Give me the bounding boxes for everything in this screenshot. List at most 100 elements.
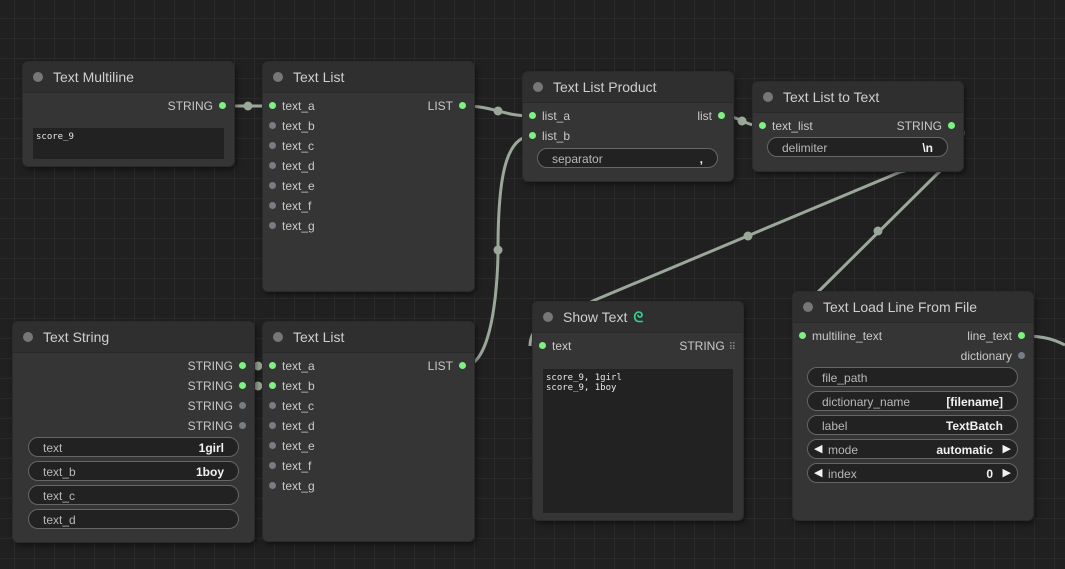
arrow-left-icon[interactable]: ◀ <box>814 466 822 479</box>
slot-connected-icon[interactable] <box>1018 332 1025 340</box>
input-slot-text-b[interactable]: text_b <box>269 379 315 393</box>
node-text-list-to-text[interactable]: Text List to Text text_list STRING delim… <box>753 82 963 171</box>
node-text-list-2[interactable]: Text List text_a text_b text_c text_d te… <box>263 322 474 541</box>
text-b-field[interactable]: text_b 1boy <box>28 461 239 481</box>
arrow-left-icon[interactable]: ◀ <box>814 442 822 455</box>
slot-empty-icon[interactable] <box>239 422 246 430</box>
slot-empty-icon[interactable] <box>239 402 246 410</box>
slot-connected-icon[interactable] <box>799 332 806 340</box>
input-slot-multiline-text[interactable]: multiline_text <box>799 329 882 343</box>
input-slot-text-a[interactable]: text_a <box>269 359 315 373</box>
input-slot-text-e[interactable]: text_e <box>269 439 315 453</box>
separator-field[interactable]: separator , <box>537 148 718 168</box>
slot-connected-icon[interactable] <box>239 382 246 390</box>
slot-empty-icon[interactable] <box>269 142 276 150</box>
text-c-field[interactable]: text_c <box>28 485 239 505</box>
input-slot-text-c[interactable]: text_c <box>269 399 314 413</box>
output-slot-string-3[interactable]: STRING <box>188 399 246 413</box>
slot-connected-icon[interactable] <box>269 362 276 370</box>
slot-connected-icon[interactable] <box>529 112 536 120</box>
input-slot-text-g[interactable]: text_g <box>269 219 315 233</box>
node-title-bar[interactable]: Text List to Text <box>753 82 963 113</box>
slot-empty-icon[interactable] <box>269 182 276 190</box>
collapse-dot-icon[interactable] <box>803 302 813 312</box>
input-slot-list-b[interactable]: list_b <box>529 129 570 143</box>
input-slot-text-d[interactable]: text_d <box>269 159 315 173</box>
slot-connected-icon[interactable] <box>459 102 466 110</box>
output-slot-string-2[interactable]: STRING <box>188 379 246 393</box>
input-slot-text-f[interactable]: text_f <box>269 199 311 213</box>
output-slot-string[interactable]: STRING <box>168 99 226 113</box>
node-text-list-product[interactable]: Text List Product list_a list_b list sep… <box>523 72 733 181</box>
node-text-multiline[interactable]: Text Multiline STRING score_9 <box>23 62 234 166</box>
input-slot-text-c[interactable]: text_c <box>269 139 314 153</box>
slot-connected-icon[interactable] <box>269 382 276 390</box>
slot-connected-icon[interactable] <box>948 122 955 130</box>
output-slot-dictionary[interactable]: dictionary <box>961 349 1025 363</box>
node-title-bar[interactable]: Text String <box>13 322 254 353</box>
output-slot-string[interactable]: STRING ⠿ <box>679 339 736 353</box>
delimiter-field[interactable]: delimiter \n <box>767 137 948 157</box>
slot-connected-icon[interactable] <box>529 132 536 140</box>
node-title-bar[interactable]: Text List Product <box>523 72 733 103</box>
collapse-dot-icon[interactable] <box>23 332 33 342</box>
slot-connected-icon[interactable] <box>219 102 226 110</box>
output-slot-string-1[interactable]: STRING <box>188 359 246 373</box>
slot-empty-icon[interactable] <box>269 222 276 230</box>
slot-empty-icon[interactable] <box>1018 352 1025 360</box>
collapse-dot-icon[interactable] <box>763 92 773 102</box>
output-slot-list[interactable]: list <box>697 109 725 123</box>
slot-empty-icon[interactable] <box>269 162 276 170</box>
input-slot-text-list[interactable]: text_list <box>759 119 813 133</box>
node-text-string[interactable]: Text String STRING STRING STRING STRING … <box>13 322 254 542</box>
node-title-bar[interactable]: Text Load Line From File <box>793 292 1033 323</box>
node-title-bar[interactable]: Show Text ᘓ <box>533 302 743 333</box>
slot-connected-icon[interactable] <box>539 342 546 350</box>
input-slot-text-b[interactable]: text_b <box>269 119 315 133</box>
output-slot-list[interactable]: LIST <box>428 359 466 373</box>
output-slot-list[interactable]: LIST <box>428 99 466 113</box>
collapse-dot-icon[interactable] <box>33 72 43 82</box>
mode-combo[interactable]: ◀ mode automatic ▶ <box>807 439 1018 459</box>
input-slot-list-a[interactable]: list_a <box>529 109 570 123</box>
label-field[interactable]: label TextBatch <box>807 415 1018 435</box>
slot-connected-icon[interactable] <box>718 112 725 120</box>
node-title-bar[interactable]: Text List <box>263 322 474 353</box>
slot-connected-icon[interactable] <box>459 362 466 370</box>
multiline-text-input[interactable]: score_9 <box>33 128 224 159</box>
collapse-dot-icon[interactable] <box>273 332 283 342</box>
input-slot-text-d[interactable]: text_d <box>269 419 315 433</box>
slot-connected-icon[interactable] <box>759 122 766 130</box>
output-slot-string-4[interactable]: STRING <box>188 419 246 433</box>
slot-empty-icon[interactable] <box>269 442 276 450</box>
collapse-dot-icon[interactable] <box>273 72 283 82</box>
input-slot-text-g[interactable]: text_g <box>269 479 315 493</box>
text-d-field[interactable]: text_d <box>28 509 239 529</box>
collapse-dot-icon[interactable] <box>533 82 543 92</box>
show-text-output[interactable]: score_9, 1girl score_9, 1boy <box>543 369 733 513</box>
output-slot-line-text[interactable]: line_text <box>967 329 1025 343</box>
node-show-text[interactable]: Show Text ᘓ text STRING ⠿ score_9, 1girl s… <box>533 302 743 520</box>
text-field[interactable]: text 1girl <box>28 437 239 457</box>
slot-empty-icon[interactable] <box>269 202 276 210</box>
collapse-dot-icon[interactable] <box>543 312 553 322</box>
node-text-load-line-from-file[interactable]: Text Load Line From File multiline_text … <box>793 292 1033 520</box>
index-stepper[interactable]: ◀ index 0 ▶ <box>807 463 1018 483</box>
slot-empty-icon[interactable] <box>269 422 276 430</box>
slot-empty-icon[interactable] <box>269 482 276 490</box>
slot-connected-icon[interactable] <box>239 362 246 370</box>
slot-empty-icon[interactable] <box>269 122 276 130</box>
arrow-right-icon[interactable]: ▶ <box>1003 442 1011 455</box>
input-slot-text-e[interactable]: text_e <box>269 179 315 193</box>
arrow-right-icon[interactable]: ▶ <box>1003 466 1011 479</box>
output-slot-string[interactable]: STRING <box>897 119 955 133</box>
node-text-list-1[interactable]: Text List text_a text_b text_c text_d te… <box>263 62 474 291</box>
slot-empty-icon[interactable] <box>269 462 276 470</box>
input-slot-text-f[interactable]: text_f <box>269 459 311 473</box>
node-title-bar[interactable]: Text List <box>263 62 474 93</box>
slot-connected-icon[interactable] <box>269 102 276 110</box>
file-path-field[interactable]: file_path <box>807 367 1018 387</box>
dictionary-name-field[interactable]: dictionary_name [filename] <box>807 391 1018 411</box>
slot-empty-icon[interactable] <box>269 402 276 410</box>
node-title-bar[interactable]: Text Multiline <box>23 62 234 93</box>
